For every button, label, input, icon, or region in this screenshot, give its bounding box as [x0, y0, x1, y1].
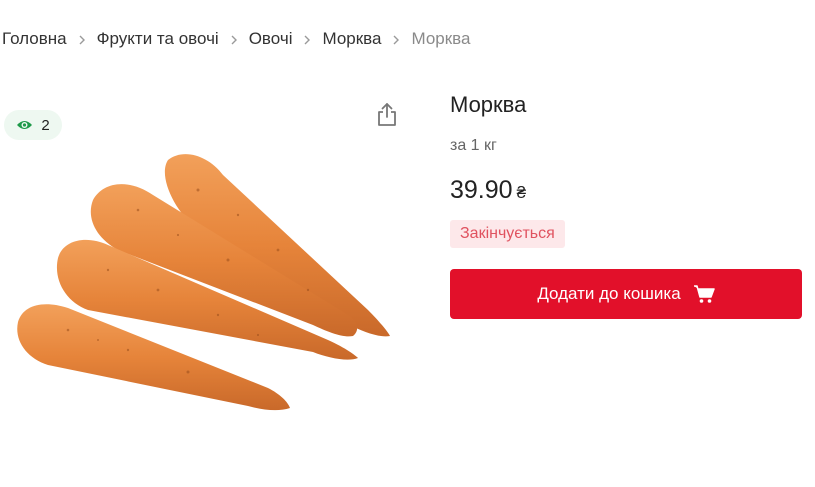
eye-icon	[17, 121, 33, 129]
views-count: 2	[41, 116, 50, 134]
breadcrumb-vegetables[interactable]: Овочі	[249, 29, 293, 49]
product-title: Морква	[450, 92, 527, 117]
add-to-cart-label: Додати до кошика	[537, 284, 681, 303]
price-currency: ₴	[516, 183, 527, 202]
chevron-right-icon	[67, 29, 97, 49]
views-badge: 2	[4, 110, 62, 140]
chevron-right-icon	[219, 29, 249, 49]
add-to-cart-button[interactable]: Додати до кошика	[450, 269, 802, 319]
share-button[interactable]	[375, 101, 399, 127]
breadcrumb-carrot[interactable]: Морква	[322, 29, 381, 49]
breadcrumb-current: Морква	[411, 29, 471, 48]
chevron-right-icon	[292, 29, 322, 49]
stock-status-badge: Закінчується	[450, 220, 565, 248]
cart-icon	[693, 285, 715, 303]
price-value: 39.90	[450, 176, 513, 204]
product-unit: за 1 кг	[450, 137, 497, 154]
product-image	[8, 140, 403, 430]
breadcrumb: Головна Фрукти та овочі Овочі Морква Мор…	[2, 29, 470, 49]
share-icon	[378, 103, 396, 126]
breadcrumb-home[interactable]: Головна	[2, 29, 67, 49]
chevron-right-icon	[381, 29, 411, 49]
product-price: 39.90 ₴	[450, 176, 526, 205]
breadcrumb-fruits-vegetables[interactable]: Фрукти та овочі	[97, 29, 219, 49]
